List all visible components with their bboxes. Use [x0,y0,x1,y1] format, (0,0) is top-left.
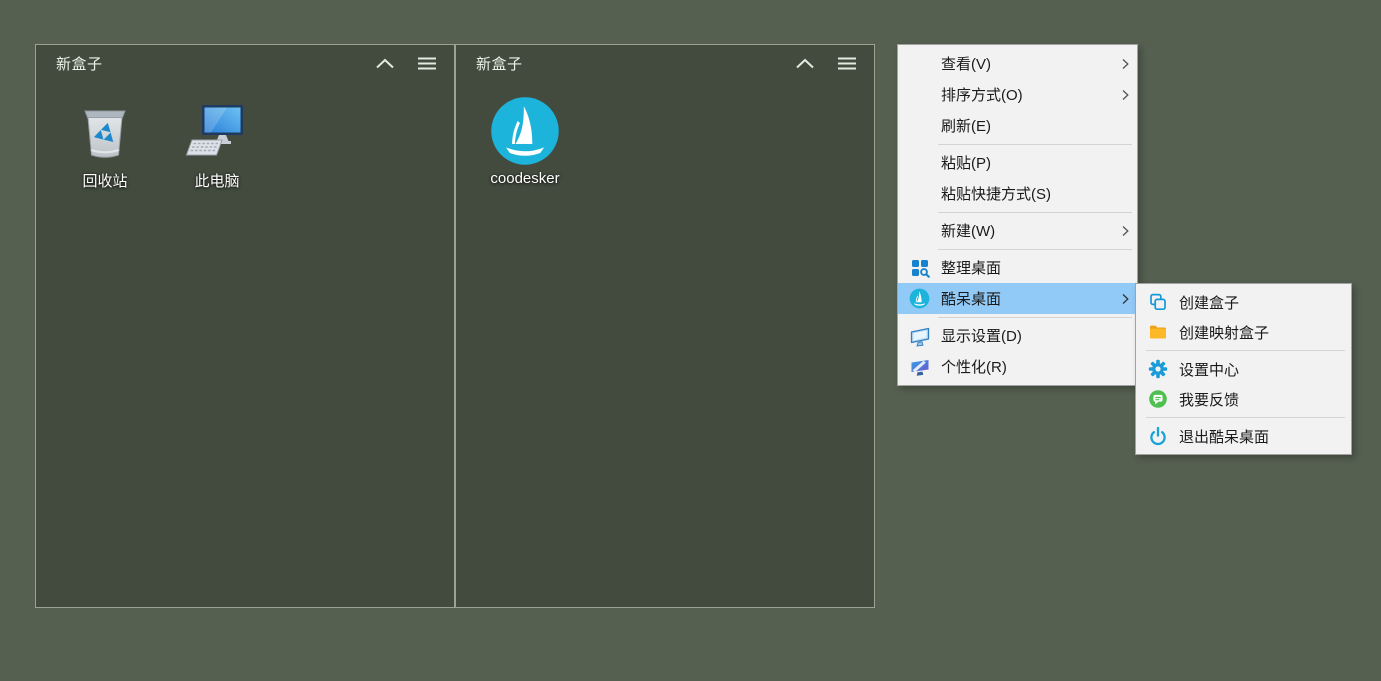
menu-separator [1146,350,1345,351]
submenu-arrow-icon [1115,89,1131,101]
submenu-item-create-mapped-box[interactable]: 创建映射盒子 [1136,317,1351,347]
box-1-title: 新盒子 [56,53,354,74]
box-2-titlebar[interactable]: 新盒子 [456,45,874,81]
desktop-icon-this-pc[interactable]: 此电脑 [161,95,273,213]
settings-gear-icon [1136,359,1179,379]
power-icon [1136,426,1179,446]
feedback-icon [1136,389,1179,409]
box-2-title: 新盒子 [476,53,774,74]
menu-separator [938,249,1132,250]
create-mapped-box-folder-icon [1136,322,1179,342]
menu-item-new[interactable]: 新建(W) [898,215,1137,246]
chevron-up-icon [375,58,395,69]
submenu-arrow-icon [1115,225,1131,237]
menu-separator [1146,417,1345,418]
box-2-content: coodesker [456,81,874,213]
box-1-menu-button[interactable] [416,52,438,74]
box-2-collapse-button[interactable] [794,52,816,74]
menu-separator [938,317,1132,318]
menu-item-view[interactable]: 查看(V) [898,48,1137,79]
submenu-item-exit-coodesker[interactable]: 退出酷呆桌面 [1136,421,1351,451]
recycle-bin-label: 回收站 [82,170,127,191]
desktop-context-menu: 查看(V) 排序方式(O) 刷新(E) 粘贴(P) 粘贴快捷方式(S) 新建(W… [897,44,1138,386]
display-settings-icon [898,325,941,347]
box-1-collapse-button[interactable] [374,52,396,74]
box-1-titlebar[interactable]: 新盒子 [36,45,454,81]
desktop-box-1: 新盒子 [35,44,455,608]
desktop-box-2: 新盒子 coodesker [455,44,875,608]
menu-item-display-settings[interactable]: 显示设置(D) [898,320,1137,351]
menu-item-personalize[interactable]: 个性化(R) [898,351,1137,382]
submenu-item-feedback[interactable]: 我要反馈 [1136,384,1351,414]
chevron-up-icon [795,58,815,69]
menu-item-sort-by[interactable]: 排序方式(O) [898,79,1137,110]
desktop-icon-coodesker[interactable]: coodesker [469,95,581,213]
hamburger-icon [417,57,437,70]
submenu-item-settings-center[interactable]: 设置中心 [1136,354,1351,384]
menu-item-paste-shortcut[interactable]: 粘贴快捷方式(S) [898,178,1137,209]
box-2-menu-button[interactable] [836,52,858,74]
box-1-content: 回收站 [36,81,454,213]
menu-item-paste[interactable]: 粘贴(P) [898,147,1137,178]
desktop-icon-recycle-bin[interactable]: 回收站 [49,95,161,213]
menu-item-coodesker[interactable]: 酷呆桌面 [898,283,1137,314]
this-pc-label: 此电脑 [194,170,239,191]
submenu-arrow-icon [1115,58,1131,70]
coodesker-submenu: 创建盒子 创建映射盒子 [1135,283,1352,455]
hamburger-icon [837,57,857,70]
submenu-arrow-icon [1115,293,1131,305]
submenu-item-create-box[interactable]: 创建盒子 [1136,287,1351,317]
menu-separator [938,144,1132,145]
this-pc-icon [181,95,253,167]
menu-item-organize-desktop[interactable]: 整理桌面 [898,252,1137,283]
coodesker-label: coodesker [490,170,559,187]
organize-desktop-icon [898,258,941,278]
menu-item-refresh[interactable]: 刷新(E) [898,110,1137,141]
create-box-icon [1136,292,1179,312]
coodesker-menu-icon [898,288,941,309]
personalize-icon [898,356,941,378]
menu-separator [938,212,1132,213]
recycle-bin-icon [69,95,141,167]
desktop: { "colors": { "desktop-bg": "#556051", "… [0,0,1381,681]
coodesker-logo-icon [489,95,561,167]
